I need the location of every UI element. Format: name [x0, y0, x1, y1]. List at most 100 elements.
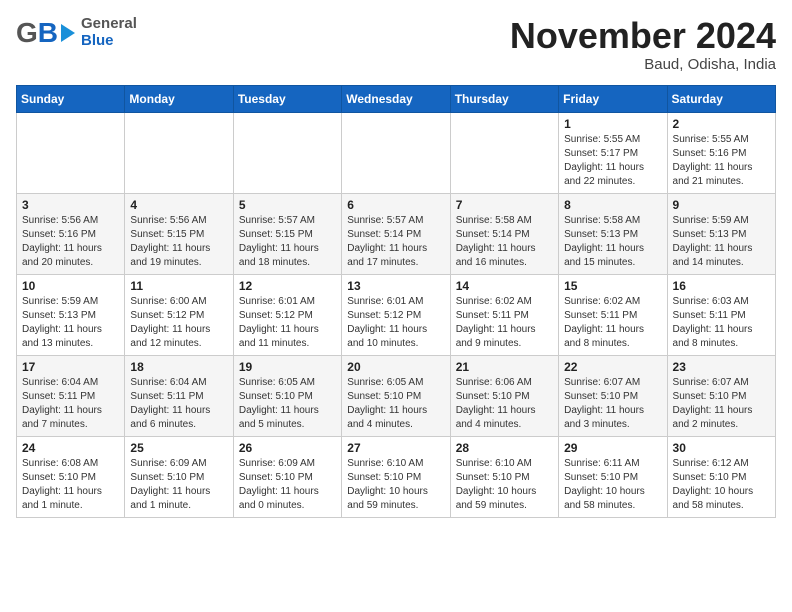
- calendar-cell: 16 Sunrise: 6:03 AMSunset: 5:11 PMDayligh…: [667, 274, 775, 355]
- calendar-cell: [17, 112, 125, 193]
- day-number: 18: [130, 360, 227, 374]
- day-info: Sunrise: 5:56 AMSunset: 5:15 PMDaylight:…: [130, 214, 227, 270]
- day-info: Sunrise: 5:58 AMSunset: 5:14 PMDaylight:…: [456, 214, 553, 270]
- day-number: 30: [673, 441, 770, 455]
- calendar-week-4: 17 Sunrise: 6:04 AMSunset: 5:11 PMDayligh…: [17, 355, 776, 436]
- day-number: 8: [564, 198, 661, 212]
- day-info: Sunrise: 6:12 AMSunset: 5:10 PMDaylight:…: [673, 457, 770, 513]
- day-number: 2: [673, 117, 770, 131]
- logo-general-letter: G: [16, 19, 38, 47]
- day-number: 14: [456, 279, 553, 293]
- day-number: 13: [347, 279, 444, 293]
- page-header: G B General Blue November 2024 Baud, Odi…: [16, 16, 776, 73]
- day-number: 19: [239, 360, 336, 374]
- calendar-cell: 13Sunrise: 6:01 AMSunset: 5:12 PMDayligh…: [342, 274, 450, 355]
- calendar-cell: 8 Sunrise: 5:58 AMSunset: 5:13 PMDaylight…: [559, 193, 667, 274]
- day-number: 24: [22, 441, 119, 455]
- calendar-cell: 4 Sunrise: 5:56 AMSunset: 5:15 PMDaylight…: [125, 193, 233, 274]
- day-info: Sunrise: 6:09 AMSunset: 5:10 PMDaylight:…: [130, 457, 227, 513]
- day-number: 5: [239, 198, 336, 212]
- day-info: Sunrise: 6:07 AMSunset: 5:10 PMDaylight:…: [673, 376, 770, 432]
- calendar-cell: 23 Sunrise: 6:07 AMSunset: 5:10 PMDayligh…: [667, 355, 775, 436]
- calendar-cell: 17 Sunrise: 6:04 AMSunset: 5:11 PMDayligh…: [17, 355, 125, 436]
- day-info: Sunrise: 6:01 AMSunset: 5:12 PMDaylight:…: [239, 295, 336, 351]
- calendar-cell: 27 Sunrise: 6:10 AMSunset: 5:10 PMDayligh…: [342, 436, 450, 517]
- day-info: Sunrise: 6:03 AMSunset: 5:11 PMDaylight:…: [673, 295, 770, 351]
- day-info: Sunrise: 6:00 AMSunset: 5:12 PMDaylight:…: [130, 295, 227, 351]
- day-number: 10: [22, 279, 119, 293]
- day-info: Sunrise: 5:55 AMSunset: 5:16 PMDaylight:…: [673, 133, 770, 189]
- calendar-cell: 2 Sunrise: 5:55 AMSunset: 5:16 PMDaylight…: [667, 112, 775, 193]
- day-info: Sunrise: 6:04 AMSunset: 5:11 PMDaylight:…: [130, 376, 227, 432]
- day-number: 6: [347, 198, 444, 212]
- calendar-cell: 12 Sunrise: 6:01 AMSunset: 5:12 PMDayligh…: [233, 274, 341, 355]
- day-number: 29: [564, 441, 661, 455]
- day-info: Sunrise: 5:59 AMSunset: 5:13 PMDaylight:…: [22, 295, 119, 351]
- day-number: 25: [130, 441, 227, 455]
- day-number: 9: [673, 198, 770, 212]
- day-number: 3: [22, 198, 119, 212]
- day-info: Sunrise: 6:04 AMSunset: 5:11 PMDaylight:…: [22, 376, 119, 432]
- calendar-cell: 21Sunrise: 6:06 AMSunset: 5:10 PMDayligh…: [450, 355, 558, 436]
- day-info: Sunrise: 5:56 AMSunset: 5:16 PMDaylight:…: [22, 214, 119, 270]
- calendar-cell: 10 Sunrise: 5:59 AMSunset: 5:13 PMDayligh…: [17, 274, 125, 355]
- day-info: Sunrise: 6:07 AMSunset: 5:10 PMDaylight:…: [564, 376, 661, 432]
- day-number: 15: [564, 279, 661, 293]
- day-info: Sunrise: 6:05 AMSunset: 5:10 PMDaylight:…: [239, 376, 336, 432]
- day-number: 28: [456, 441, 553, 455]
- day-info: Sunrise: 5:57 AMSunset: 5:15 PMDaylight:…: [239, 214, 336, 270]
- weekday-header-friday: Friday: [559, 85, 667, 112]
- calendar-cell: 6 Sunrise: 5:57 AMSunset: 5:14 PMDaylight…: [342, 193, 450, 274]
- weekday-header-sunday: Sunday: [17, 85, 125, 112]
- calendar-cell: [233, 112, 341, 193]
- calendar-cell: 1 Sunrise: 5:55 AMSunset: 5:17 PMDaylight…: [559, 112, 667, 193]
- calendar-cell: 18 Sunrise: 6:04 AMSunset: 5:11 PMDayligh…: [125, 355, 233, 436]
- day-number: 17: [22, 360, 119, 374]
- calendar-cell: 11Sunrise: 6:00 AMSunset: 5:12 PMDayligh…: [125, 274, 233, 355]
- calendar-week-5: 24 Sunrise: 6:08 AMSunset: 5:10 PMDayligh…: [17, 436, 776, 517]
- day-number: 27: [347, 441, 444, 455]
- day-number: 12: [239, 279, 336, 293]
- calendar-cell: 22 Sunrise: 6:07 AMSunset: 5:10 PMDayligh…: [559, 355, 667, 436]
- calendar-cell: [125, 112, 233, 193]
- weekday-header-wednesday: Wednesday: [342, 85, 450, 112]
- month-title: November 2024: [510, 16, 776, 56]
- day-number: 20: [347, 360, 444, 374]
- calendar-table: SundayMondayTuesdayWednesdayThursdayFrid…: [16, 85, 776, 518]
- logo: G B General Blue: [16, 16, 137, 49]
- day-info: Sunrise: 5:59 AMSunset: 5:13 PMDaylight:…: [673, 214, 770, 270]
- day-info: Sunrise: 5:58 AMSunset: 5:13 PMDaylight:…: [564, 214, 661, 270]
- day-number: 7: [456, 198, 553, 212]
- day-number: 23: [673, 360, 770, 374]
- calendar-week-1: 1 Sunrise: 5:55 AMSunset: 5:17 PMDaylight…: [17, 112, 776, 193]
- logo-blue-letter: B: [38, 19, 58, 47]
- day-number: 16: [673, 279, 770, 293]
- title-area: November 2024 Baud, Odisha, India: [510, 16, 776, 73]
- day-number: 26: [239, 441, 336, 455]
- calendar-cell: [342, 112, 450, 193]
- calendar-cell: 3 Sunrise: 5:56 AMSunset: 5:16 PMDaylight…: [17, 193, 125, 274]
- day-info: Sunrise: 6:08 AMSunset: 5:10 PMDaylight:…: [22, 457, 119, 513]
- day-info: Sunrise: 6:09 AMSunset: 5:10 PMDaylight:…: [239, 457, 336, 513]
- calendar-cell: [450, 112, 558, 193]
- logo-general-text: General: [81, 16, 137, 33]
- weekday-header-tuesday: Tuesday: [233, 85, 341, 112]
- calendar-cell: 30 Sunrise: 6:12 AMSunset: 5:10 PMDayligh…: [667, 436, 775, 517]
- day-info: Sunrise: 5:57 AMSunset: 5:14 PMDaylight:…: [347, 214, 444, 270]
- calendar-cell: 5 Sunrise: 5:57 AMSunset: 5:15 PMDaylight…: [233, 193, 341, 274]
- calendar-cell: 15Sunrise: 6:02 AMSunset: 5:11 PMDayligh…: [559, 274, 667, 355]
- day-number: 1: [564, 117, 661, 131]
- day-info: Sunrise: 6:05 AMSunset: 5:10 PMDaylight:…: [347, 376, 444, 432]
- day-number: 22: [564, 360, 661, 374]
- calendar-cell: 24 Sunrise: 6:08 AMSunset: 5:10 PMDayligh…: [17, 436, 125, 517]
- day-number: 4: [130, 198, 227, 212]
- calendar-week-3: 10 Sunrise: 5:59 AMSunset: 5:13 PMDayligh…: [17, 274, 776, 355]
- day-info: Sunrise: 6:10 AMSunset: 5:10 PMDaylight:…: [347, 457, 444, 513]
- calendar-cell: 29Sunrise: 6:11 AMSunset: 5:10 PMDayligh…: [559, 436, 667, 517]
- weekday-header-row: SundayMondayTuesdayWednesdayThursdayFrid…: [17, 85, 776, 112]
- calendar-cell: 28Sunrise: 6:10 AMSunset: 5:10 PMDayligh…: [450, 436, 558, 517]
- weekday-header-saturday: Saturday: [667, 85, 775, 112]
- calendar-cell: 20 Sunrise: 6:05 AMSunset: 5:10 PMDayligh…: [342, 355, 450, 436]
- day-info: Sunrise: 6:06 AMSunset: 5:10 PMDaylight:…: [456, 376, 553, 432]
- day-info: Sunrise: 5:55 AMSunset: 5:17 PMDaylight:…: [564, 133, 661, 189]
